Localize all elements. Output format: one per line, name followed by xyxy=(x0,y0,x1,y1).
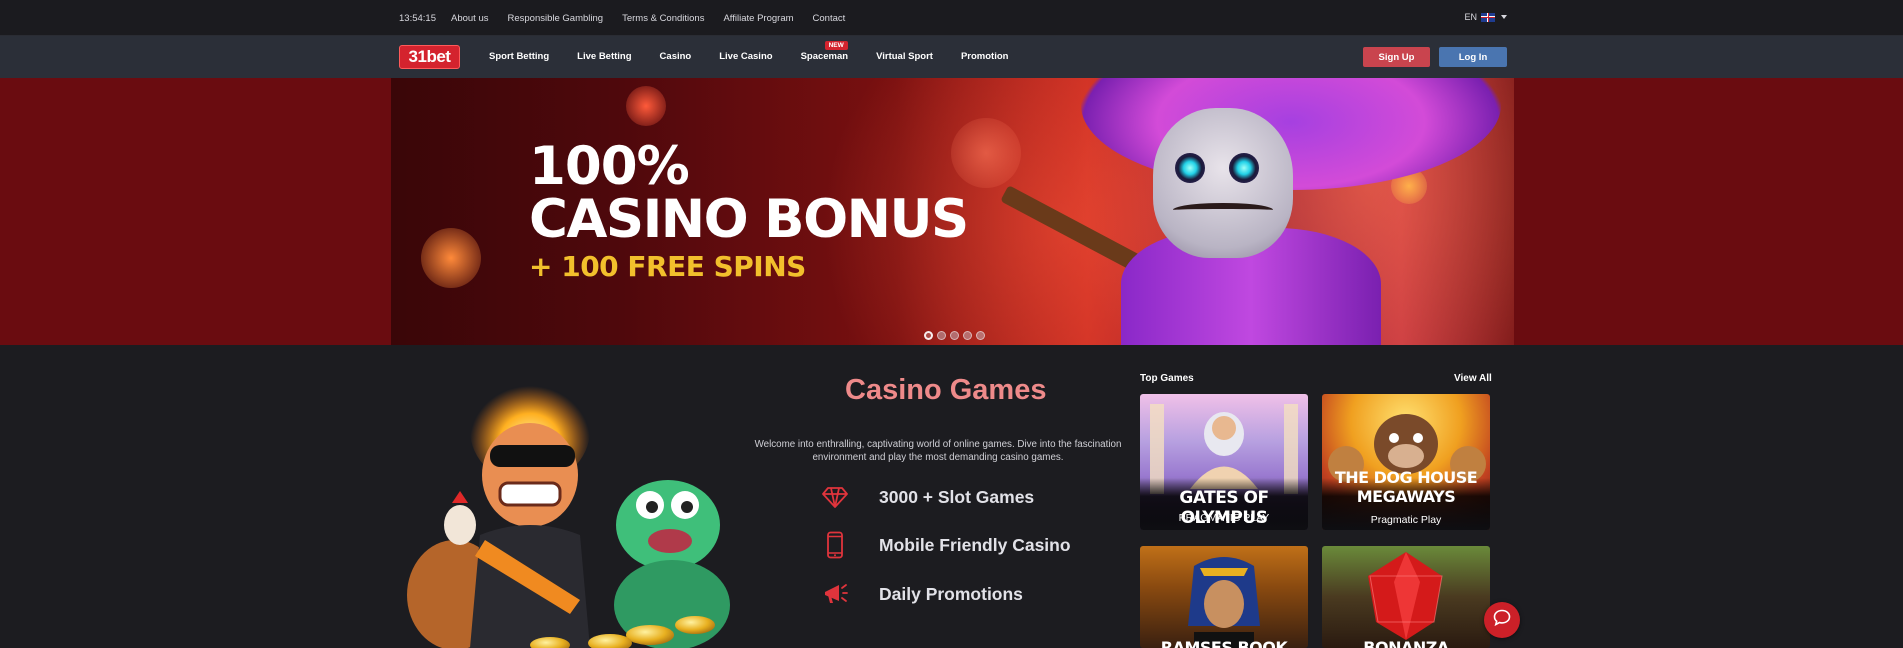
link-about-us[interactable]: About us xyxy=(451,13,489,24)
carousel-dot[interactable] xyxy=(976,331,985,340)
top-bar: 13:54:15 About us Responsible Gambling T… xyxy=(0,0,1903,36)
hero-headline-line2: CASINO BONUS xyxy=(529,189,969,250)
log-in-button[interactable]: Log In xyxy=(1439,47,1507,67)
main-nav: 31bet Sport Betting Live Betting Casino … xyxy=(0,36,1903,78)
game-card-the-dog-house-megaways[interactable]: THE DOG HOUSE MEGAWAYS Pragmatic Play xyxy=(1322,394,1490,530)
live-chat-button[interactable] xyxy=(1484,602,1520,638)
link-responsible-gambling[interactable]: Responsible Gambling xyxy=(508,13,604,24)
game-provider: PRAGMATIC PLAY xyxy=(1178,512,1270,524)
feature-text: 3000 + Slot Games xyxy=(879,486,1035,507)
hero-headline-line1: 100% xyxy=(529,136,690,197)
casino-games-title: Casino Games xyxy=(845,374,1047,406)
game-card-ramses-book[interactable]: RAMSES BOOK xyxy=(1140,546,1308,648)
nav-spaceman-label: Spaceman xyxy=(800,51,849,62)
new-badge: NEW xyxy=(824,41,848,50)
nav-live-betting[interactable]: Live Betting xyxy=(577,51,631,62)
nav-links: Sport Betting Live Betting Casino Live C… xyxy=(489,41,1036,62)
feature-text: Mobile Friendly Casino xyxy=(879,534,1071,555)
link-terms-conditions[interactable]: Terms & Conditions xyxy=(622,13,704,24)
top-links: About us Responsible Gambling Terms & Co… xyxy=(451,13,864,24)
diamond-icon xyxy=(820,482,850,512)
nav-spaceman[interactable]: Spaceman NEW xyxy=(800,41,849,62)
nav-live-casino[interactable]: Live Casino xyxy=(719,51,772,62)
feature-slot-games: 3000 + Slot Games xyxy=(820,482,1034,512)
carousel-dots xyxy=(924,331,985,340)
carousel-dot[interactable] xyxy=(937,331,946,340)
chat-bubble-icon xyxy=(1493,609,1511,631)
casino-mascot-illustration xyxy=(407,375,730,648)
feature-mobile-friendly: Mobile Friendly Casino xyxy=(820,530,1071,560)
casino-games-description: Welcome into enthralling, captivating wo… xyxy=(754,439,1122,463)
chevron-down-icon xyxy=(1501,15,1507,19)
language-code: EN xyxy=(1464,12,1477,22)
game-card-bonanza[interactable]: BONANZA xyxy=(1322,546,1490,648)
game-title-line2: MEGAWAYS xyxy=(1356,487,1456,506)
game-title: BONANZA xyxy=(1363,638,1449,648)
language-selector[interactable]: EN xyxy=(1464,12,1507,22)
clock: 13:54:15 xyxy=(399,13,436,24)
hero-banner[interactable]: 100% CASINO BONUS + 100 FREE SPINS xyxy=(0,78,1903,345)
game-title: THE DOG HOUSE MEGAWAYS xyxy=(1322,468,1490,506)
feature-daily-promotions: Daily Promotions xyxy=(820,579,1023,609)
game-card-gates-of-olympus[interactable]: GATES OF OLYMPUS PRAGMATIC PLAY xyxy=(1140,394,1308,530)
carousel-dot[interactable] xyxy=(924,331,933,340)
game-provider: Pragmatic Play xyxy=(1370,514,1442,526)
nav-virtual-sport[interactable]: Virtual Sport xyxy=(876,51,933,62)
nav-casino[interactable]: Casino xyxy=(660,51,692,62)
mobile-phone-icon xyxy=(820,530,850,560)
megaphone-icon xyxy=(820,579,850,609)
sign-up-button[interactable]: Sign Up xyxy=(1363,47,1430,67)
feature-text: Daily Promotions xyxy=(879,583,1023,604)
logo[interactable]: 31bet xyxy=(399,45,460,69)
carousel-dot[interactable] xyxy=(950,331,959,340)
uk-flag-icon xyxy=(1481,12,1495,22)
nav-sport-betting[interactable]: Sport Betting xyxy=(489,51,549,62)
game-title: RAMSES BOOK xyxy=(1160,638,1288,648)
game-title-line1: THE DOG HOUSE xyxy=(1334,468,1478,487)
top-games-title: Top Games xyxy=(1140,373,1194,384)
link-contact[interactable]: Contact xyxy=(813,13,846,24)
hero-subheadline: + 100 FREE SPINS xyxy=(529,250,806,283)
view-all-link[interactable]: View All xyxy=(1454,373,1492,384)
carousel-dot[interactable] xyxy=(963,331,972,340)
link-affiliate-program[interactable]: Affiliate Program xyxy=(723,13,793,24)
nav-promotion[interactable]: Promotion xyxy=(961,51,1009,62)
